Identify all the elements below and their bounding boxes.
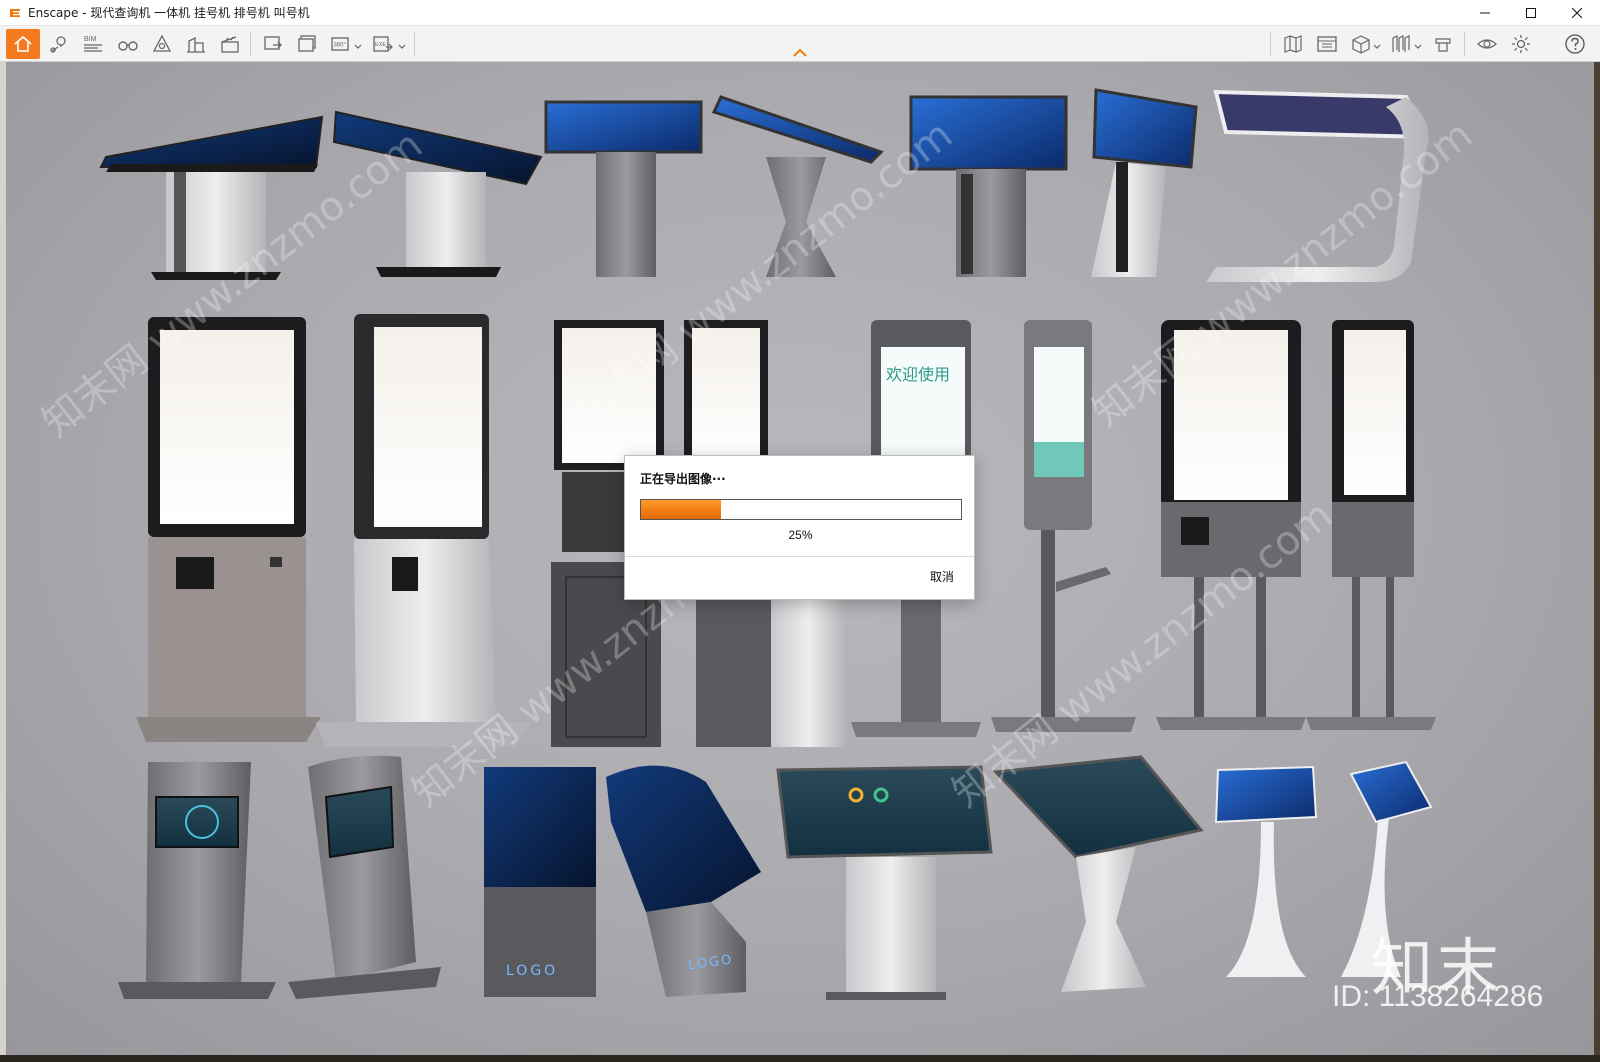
location-pin-icon [50,36,66,53]
kiosk-stand-4 [711,95,884,277]
kiosk-order-7 [1156,320,1306,730]
welcome-screen-text: 欢迎使用 [886,365,950,384]
dialog-divider [625,556,974,557]
svg-text:360°: 360° [334,43,347,49]
material-editor-button[interactable] [1428,29,1458,59]
kiosk-logo-3: LOGO [484,767,596,997]
building-icon [187,36,205,53]
cancel-button[interactable]: 取消 [930,568,954,585]
toolbar-divider [414,32,415,56]
help-icon [1565,34,1585,54]
clapperboard-icon [221,36,239,53]
kiosk-stand-5 [909,95,1068,277]
screenshot-icon [264,36,282,50]
video-editor-button[interactable] [215,29,245,59]
map-button[interactable] [1278,29,1308,59]
panorama-button[interactable]: 360° [326,29,356,59]
binoculars-button[interactable] [113,29,143,59]
building-button[interactable] [181,29,211,59]
kiosk-tower-1 [136,317,321,742]
close-icon [1572,8,1582,18]
maximize-button[interactable] [1508,0,1554,26]
eye-visibility-icon [1477,39,1497,49]
view-presets-icon [1392,35,1410,52]
desktop-edge [1594,62,1600,1055]
toolbar-divider [1464,32,1465,56]
view-mode-dropdown-icon[interactable] [1373,43,1381,51]
material-icon [1435,38,1451,52]
cube-view-icon [1352,35,1370,54]
view-presets-dropdown-icon[interactable] [1414,43,1422,51]
kiosk-dashboard-5 [776,765,993,1000]
panorama-dropdown-icon[interactable] [354,43,362,51]
panorama-360-icon: 360° [331,37,349,51]
kiosk-logo-4: LOGO [606,765,761,997]
close-button[interactable] [1554,0,1600,26]
enscape-logo-icon [10,8,20,17]
minimize-button[interactable] [1462,0,1508,26]
kiosk-stand-6 [1091,88,1198,277]
binoculars-icon [118,41,138,51]
svg-text:EXE: EXE [375,42,386,48]
export-progress-fill [641,500,721,519]
desktop-edge [0,1055,1600,1062]
window-title: Enscape - 现代查询机 一体机 挂号机 排号机 叫号机 [28,6,310,20]
enscape-window: Enscape - 现代查询机 一体机 挂号机 排号机 叫号机 BIM 360°… [0,0,1600,1062]
bim-button[interactable]: BIM [78,29,108,59]
kiosk-slim-2 [288,755,441,999]
batch-render-icon [298,35,316,52]
title-bar: Enscape - 现代查询机 一体机 挂号机 排号机 叫号机 [0,0,1600,26]
settings-icon [1512,35,1530,53]
kiosk-table-1 [99,115,324,280]
view-mode-button[interactable] [1346,29,1376,59]
progress-percent-text: 25% [788,528,813,542]
kiosk-table-2 [332,110,543,277]
collapse-toolbar-icon[interactable] [792,48,808,58]
svg-text:BIM: BIM [84,36,97,43]
kiosk-stand-3 [544,100,703,277]
export-progress-bar [640,499,962,520]
visibility-button[interactable] [1472,29,1502,59]
model-id-text: ID: 1138264286 [1332,980,1544,1013]
window-controls [1462,0,1600,26]
exe-export-icon: EXE [373,36,393,52]
screenshot-button[interactable] [258,29,288,59]
bim-icon: BIM [84,36,102,52]
maximize-icon [1526,8,1536,18]
settings-button[interactable] [1506,29,1536,59]
exe-export-button[interactable]: EXE [368,29,398,59]
kiosk-tower-2 [316,314,531,747]
kiosk-slim-1 [118,762,276,999]
help-button[interactable] [1560,29,1590,59]
perspective-button[interactable] [147,29,177,59]
kiosk-welcome-6 [991,320,1136,732]
toolbar-divider [250,32,251,56]
minimize-icon [1480,12,1490,14]
kiosk-tablet-7 [1214,765,1318,977]
export-progress-dialog: 正在导出图像··· 25% 取消 [624,455,975,600]
home-icon [14,35,32,52]
asset-library-icon [1317,36,1337,52]
view-presets-button[interactable] [1386,29,1416,59]
kiosk-dashboard-6 [992,755,1204,992]
map-icon [1284,35,1302,53]
location-button[interactable] [44,29,74,59]
batch-render-button[interactable] [292,29,322,59]
kiosk-order-8 [1306,320,1436,730]
exe-dropdown-icon[interactable] [398,43,406,51]
toolbar-divider [1270,32,1271,56]
kiosk-arch-7 [1206,89,1430,282]
home-button[interactable] [6,29,40,59]
perspective-icon [152,34,172,52]
asset-library-button[interactable] [1312,29,1342,59]
kiosk-logo-text: LOGO [506,963,558,979]
dialog-title: 正在导出图像··· [640,472,726,486]
